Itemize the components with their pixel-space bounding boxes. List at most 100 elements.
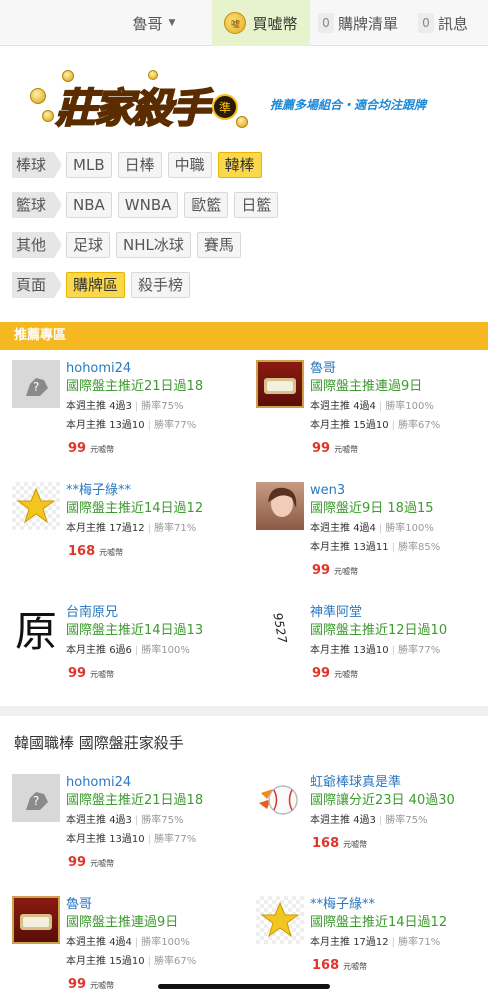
tipster-record: 國際盤主推近12日過10 [310,623,448,638]
buy-coins-button[interactable]: 嘘 買嘘幣 [212,0,310,46]
caret-down-icon: ▼ [168,18,176,28]
tipster-card[interactable]: ? hohomi24 國際盤主推近21日過18 本週主推 4過3 | 勝率75% 本… [12,360,242,464]
avatar-image [268,487,297,517]
svg-text:?: ? [33,380,39,394]
avatar [256,896,304,944]
home-indicator[interactable] [158,984,330,989]
price: 168 元嘘幣 [312,836,368,851]
monthly-stat: 本月主推 13過11 | 勝率85% [310,542,441,553]
tipster-name[interactable]: 魯哥 [66,896,244,913]
logo-text: 莊家殺手 [55,84,211,133]
tipster-name[interactable]: wen3 [310,482,488,499]
baseball-icon [259,785,298,815]
avatar [256,360,304,408]
tipster-card[interactable]: 9527 神準阿堂 國際盤主推近12日過10 本月主推 13過10 | 勝率77% … [256,604,486,708]
avatar [12,896,60,944]
tipster-card[interactable]: 原 台南原兄 國際盤主推近14日過13 本月主推 6過6 | 勝率100% 99 元嘘… [12,604,242,708]
tipster-name[interactable]: 魯哥 [310,360,488,377]
monthly-stat: 本月主推 6過6 | 勝率100% [66,645,190,656]
category-label: 籃球 [12,192,63,218]
price: 99 元嘘幣 [68,666,115,681]
avatar-image [20,914,52,930]
avatar: 原 [14,606,57,656]
chip-mlb[interactable]: MLB [66,152,112,178]
banner: 莊家殺手 準 推薦多場組合・適合均注跟牌 [28,64,468,142]
price: 99 元嘘幣 [68,441,115,456]
avatar [256,774,304,822]
chip-japan-basketball[interactable]: 日籃 [234,192,279,218]
category-row-other: 其他 足球 NHL冰球 賽馬 [12,232,241,258]
chip-wnba[interactable]: WNBA [117,192,179,218]
category-row-baseball: 棒球 MLB 日棒 中職 韓棒 [12,152,262,178]
tipster-record: 國際盤主推近14日過12 [310,915,448,930]
price: 99 元嘘幣 [312,441,359,456]
tipster-name[interactable]: hohomi24 [66,360,244,377]
user-name: 魯哥 [132,14,163,33]
category-label: 棒球 [12,152,63,178]
tipster-card[interactable]: ? hohomi24 國際盤主推近21日過18 本週主推 4過3 | 勝率75% 本… [12,774,242,878]
messages-link[interactable]: 0 訊息 [418,0,486,46]
tipster-name[interactable]: hohomi24 [66,774,244,791]
weekly-stat: 本週主推 4過3 | 勝率75% [66,815,184,826]
tipster-name[interactable]: **梅子綠** [310,896,488,913]
star-icon [260,901,300,938]
category-label: 其他 [12,232,63,258]
chip-cpbl[interactable]: 中職 [167,152,212,178]
avatar [256,482,304,530]
tipster-name[interactable]: 台南原兄 [66,604,244,621]
svg-text:?: ? [33,794,39,808]
user-menu[interactable]: 魯哥 ▼ [96,0,212,46]
price: 99 元嘘幣 [68,855,115,870]
messages-label: 訊息 [438,14,469,33]
tipster-name[interactable]: **梅子綠** [66,482,244,499]
coin-icon [30,88,46,104]
avatar-image [264,378,296,394]
tipster-record: 國際盤主推近14日過13 [66,623,204,638]
tipster-record: 國際盤主推連過9日 [310,379,423,394]
logo: 莊家殺手 準 [28,70,258,134]
tipster-record: 國際讓分近23日 40過30 [310,793,455,808]
monthly-stat: 本月主推 17過12 | 勝率71% [310,937,441,948]
messages-count: 0 [418,13,434,33]
chip-soccer[interactable]: 足球 [66,232,111,258]
chip-npb[interactable]: 日棒 [117,152,162,178]
tipster-card[interactable]: 虹爺棒球真是準 國際讓分近23日 40過30 本週主推 4過3 | 勝率75% 16… [256,774,486,878]
weekly-stat: 本週主推 4過3 | 勝率75% [310,815,428,826]
tipster-name[interactable]: 虹爺棒球真是準 [310,774,488,791]
chip-horse-racing[interactable]: 賽馬 [196,232,241,258]
chip-nhl[interactable]: NHL冰球 [116,232,191,258]
price: 168 元嘘幣 [312,958,368,973]
tipster-name[interactable]: 神準阿堂 [310,604,488,621]
avatar: ? [12,774,60,822]
star-icon [16,487,56,524]
monthly-stat: 本月主推 13過10 | 勝率77% [66,834,197,845]
tagline: 推薦多場組合・適合均注跟牌 [270,98,427,112]
purchase-list-link[interactable]: 0 購牌清單 [318,0,410,46]
section-header: 推薦專區 [0,322,488,350]
monthly-stat: 本月主推 15過10 | 勝率67% [66,956,197,967]
monthly-stat: 本月主推 13過10 | 勝率77% [310,645,441,656]
avatar: ? [12,360,60,408]
coin-icon: 嘘 [224,12,247,34]
tipster-card[interactable]: 魯哥 國際盤主推連過9日 本週主推 4過4 | 勝率100% 本月主推 15過10 |… [256,360,486,464]
chip-kbo[interactable]: 韓棒 [217,152,262,178]
chip-euro-basketball[interactable]: 歐籃 [184,192,229,218]
buy-coins-label: 買嘘幣 [252,14,298,33]
chip-killer-ranking[interactable]: 殺手榜 [131,272,191,298]
tipster-card[interactable]: **梅子綠** 國際盤主推近14日過12 本月主推 17過12 | 勝率71% 16… [12,482,242,586]
price: 99 元嘘幣 [312,666,359,681]
monthly-stat: 本月主推 13過10 | 勝率77% [66,420,197,431]
chip-purchase-area[interactable]: 購牌區 [66,272,126,298]
coin-icon [236,116,248,128]
tipster-card[interactable]: wen3 國際盤近9日 18過15 本週主推 4過4 | 勝率100% 本月主推 1… [256,482,486,586]
monthly-stat: 本月主推 15過10 | 勝率67% [310,420,441,431]
chip-nba[interactable]: NBA [66,192,112,218]
weekly-stat: 本週主推 4過4 | 勝率100% [66,937,190,948]
purchase-list-count: 0 [318,13,334,33]
tipster-record: 國際盤主推連過9日 [66,915,179,930]
weekly-stat: 本週主推 4過3 | 勝率75% [66,401,184,412]
section-divider [0,706,488,716]
user-silhouette-icon: ? [26,792,48,810]
price: 99 元嘘幣 [68,977,115,992]
coin-icon [42,110,54,122]
